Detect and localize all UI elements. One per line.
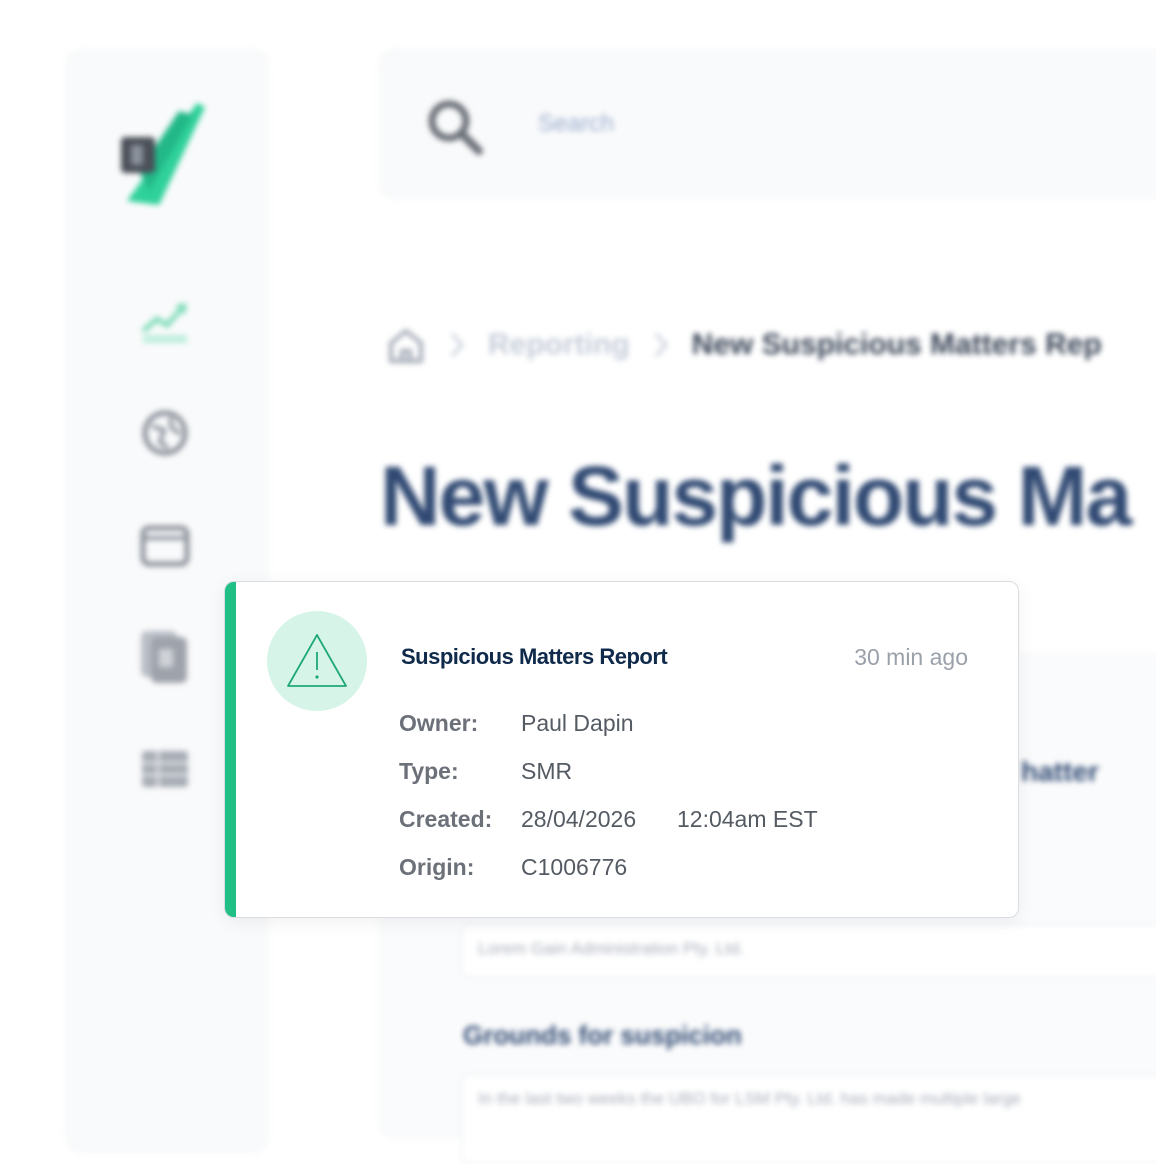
entity-field[interactable]: Lorem Gain Administration Pty. Ltd. — [461, 924, 1156, 978]
table-icon — [142, 751, 188, 787]
warning-icon — [287, 634, 347, 687]
breadcrumb-current: New Suspicious Matters Rep — [691, 328, 1102, 361]
form-section-heading: hatter — [1021, 756, 1099, 787]
search-input[interactable] — [536, 109, 940, 139]
chart-icon — [141, 303, 187, 343]
sidebar-item-files[interactable] — [137, 517, 193, 573]
owner-value: Paul Dapin — [521, 710, 634, 736]
search-icon — [428, 100, 483, 155]
origin-value: C1006776 — [521, 854, 628, 880]
page-title: New Suspicious Ma — [380, 449, 1132, 543]
notification-time: 30 min ago — [854, 644, 968, 670]
type-label: Type: — [399, 758, 459, 784]
grounds-heading: Grounds for suspicion — [463, 1020, 742, 1050]
search-bar — [380, 50, 1156, 198]
sidebar-item-global[interactable] — [137, 405, 193, 461]
sidebar-item-documents[interactable] — [137, 629, 193, 685]
sidebar-item-tables[interactable] — [137, 741, 193, 797]
grounds-textarea[interactable]: In the last two weeks the UBO for LSM Pt… — [461, 1074, 1156, 1164]
alert-badge — [267, 611, 367, 711]
background-app: Reporting New Suspicious Matters Rep New… — [0, 0, 1156, 1164]
breadcrumb: Reporting New Suspicious Matters Rep — [386, 322, 1102, 368]
notification-card[interactable]: Suspicious Matters Report 30 min ago Own… — [224, 581, 1019, 918]
brand-logo — [119, 101, 209, 211]
sidebar-item-dashboard[interactable] — [137, 293, 193, 349]
home-icon[interactable] — [386, 325, 426, 365]
origin-label: Origin: — [399, 854, 475, 880]
documents-icon — [141, 631, 187, 683]
chevron-right-icon — [654, 332, 668, 358]
chevron-right-icon — [450, 332, 464, 358]
card-accent-bar — [225, 582, 236, 917]
type-value: SMR — [521, 758, 573, 784]
created-label: Created: — [399, 806, 493, 832]
notification-title: Suspicious Matters Report — [401, 644, 668, 669]
created-date: 28/04/2026 — [521, 806, 637, 832]
globe-icon — [142, 410, 188, 456]
folder-icon — [140, 525, 190, 567]
created-time: 12:04am EST — [677, 806, 818, 832]
breadcrumb-reporting[interactable]: Reporting — [488, 328, 630, 362]
owner-label: Owner: — [399, 710, 479, 736]
